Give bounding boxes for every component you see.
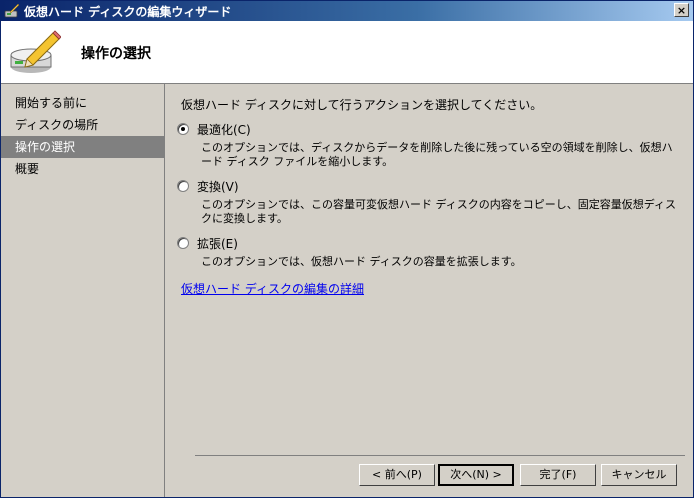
compact-radio[interactable] [177,123,189,135]
sidebar-item-choose-action[interactable]: 操作の選択 [1,136,164,158]
disk-edit-icon [4,3,20,18]
expand-label[interactable]: 拡張(E) [197,235,238,252]
page-title: 操作の選択 [81,46,151,62]
compact-description: このオプションでは、ディスクからデータを削除した後に残っている空の領域を削除し、… [201,141,673,168]
convert-description: このオプションでは、この容量可変仮想ハード ディスクの内容をコピーし、固定容量仮… [201,198,676,225]
convert-radio[interactable] [177,180,189,192]
close-icon: × [676,4,687,17]
sidebar-item-before-you-begin[interactable]: 開始する前に [1,92,164,114]
option-convert: 変換(V) このオプションでは、この容量可変仮想ハード ディスクの内容をコピーし… [177,177,677,226]
compact-label[interactable]: 最適化(C) [197,121,251,138]
expand-radio[interactable] [177,237,189,249]
button-bar: < 前へ(P) 次へ(N) > 完了(F) キャンセル [195,455,685,486]
wizard-steps-sidebar: 開始する前に ディスクの場所 操作の選択 概要 [1,84,165,497]
help-link[interactable]: 仮想ハード ディスクの編集の詳細 [181,280,364,297]
close-button[interactable]: × [674,3,689,17]
convert-label[interactable]: 変換(V) [197,178,239,195]
sidebar-item-disk-location[interactable]: ディスクの場所 [1,114,164,136]
wizard-window: 仮想ハード ディスクの編集ウィザード × 操作の選択 開始する前に ディスクの場… [0,0,694,498]
back-button[interactable]: < 前へ(P) [359,464,435,486]
expand-description: このオプションでは、仮想ハード ディスクの容量を拡張します。 [201,255,522,268]
instruction-text: 仮想ハード ディスクに対して行うアクションを選択してください。 [181,98,543,112]
sidebar-item-summary[interactable]: 概要 [1,158,164,180]
title-bar[interactable]: 仮想ハード ディスクの編集ウィザード × [1,1,693,21]
wizard-header: 操作の選択 [1,21,693,84]
option-compact: 最適化(C) このオプションでは、ディスクからデータを削除した後に残っている空の… [177,120,677,169]
next-button[interactable]: 次へ(N) > [438,464,514,486]
finish-button[interactable]: 完了(F) [520,464,596,486]
window-title: 仮想ハード ディスクの編集ウィザード [24,4,232,19]
main-content: 仮想ハード ディスクに対して行うアクションを選択してください。 最適化(C) こ… [165,84,693,497]
cancel-button[interactable]: キャンセル [601,464,677,486]
option-expand: 拡張(E) このオプションでは、仮想ハード ディスクの容量を拡張します。 [177,234,677,269]
disk-pencil-icon [10,30,61,73]
